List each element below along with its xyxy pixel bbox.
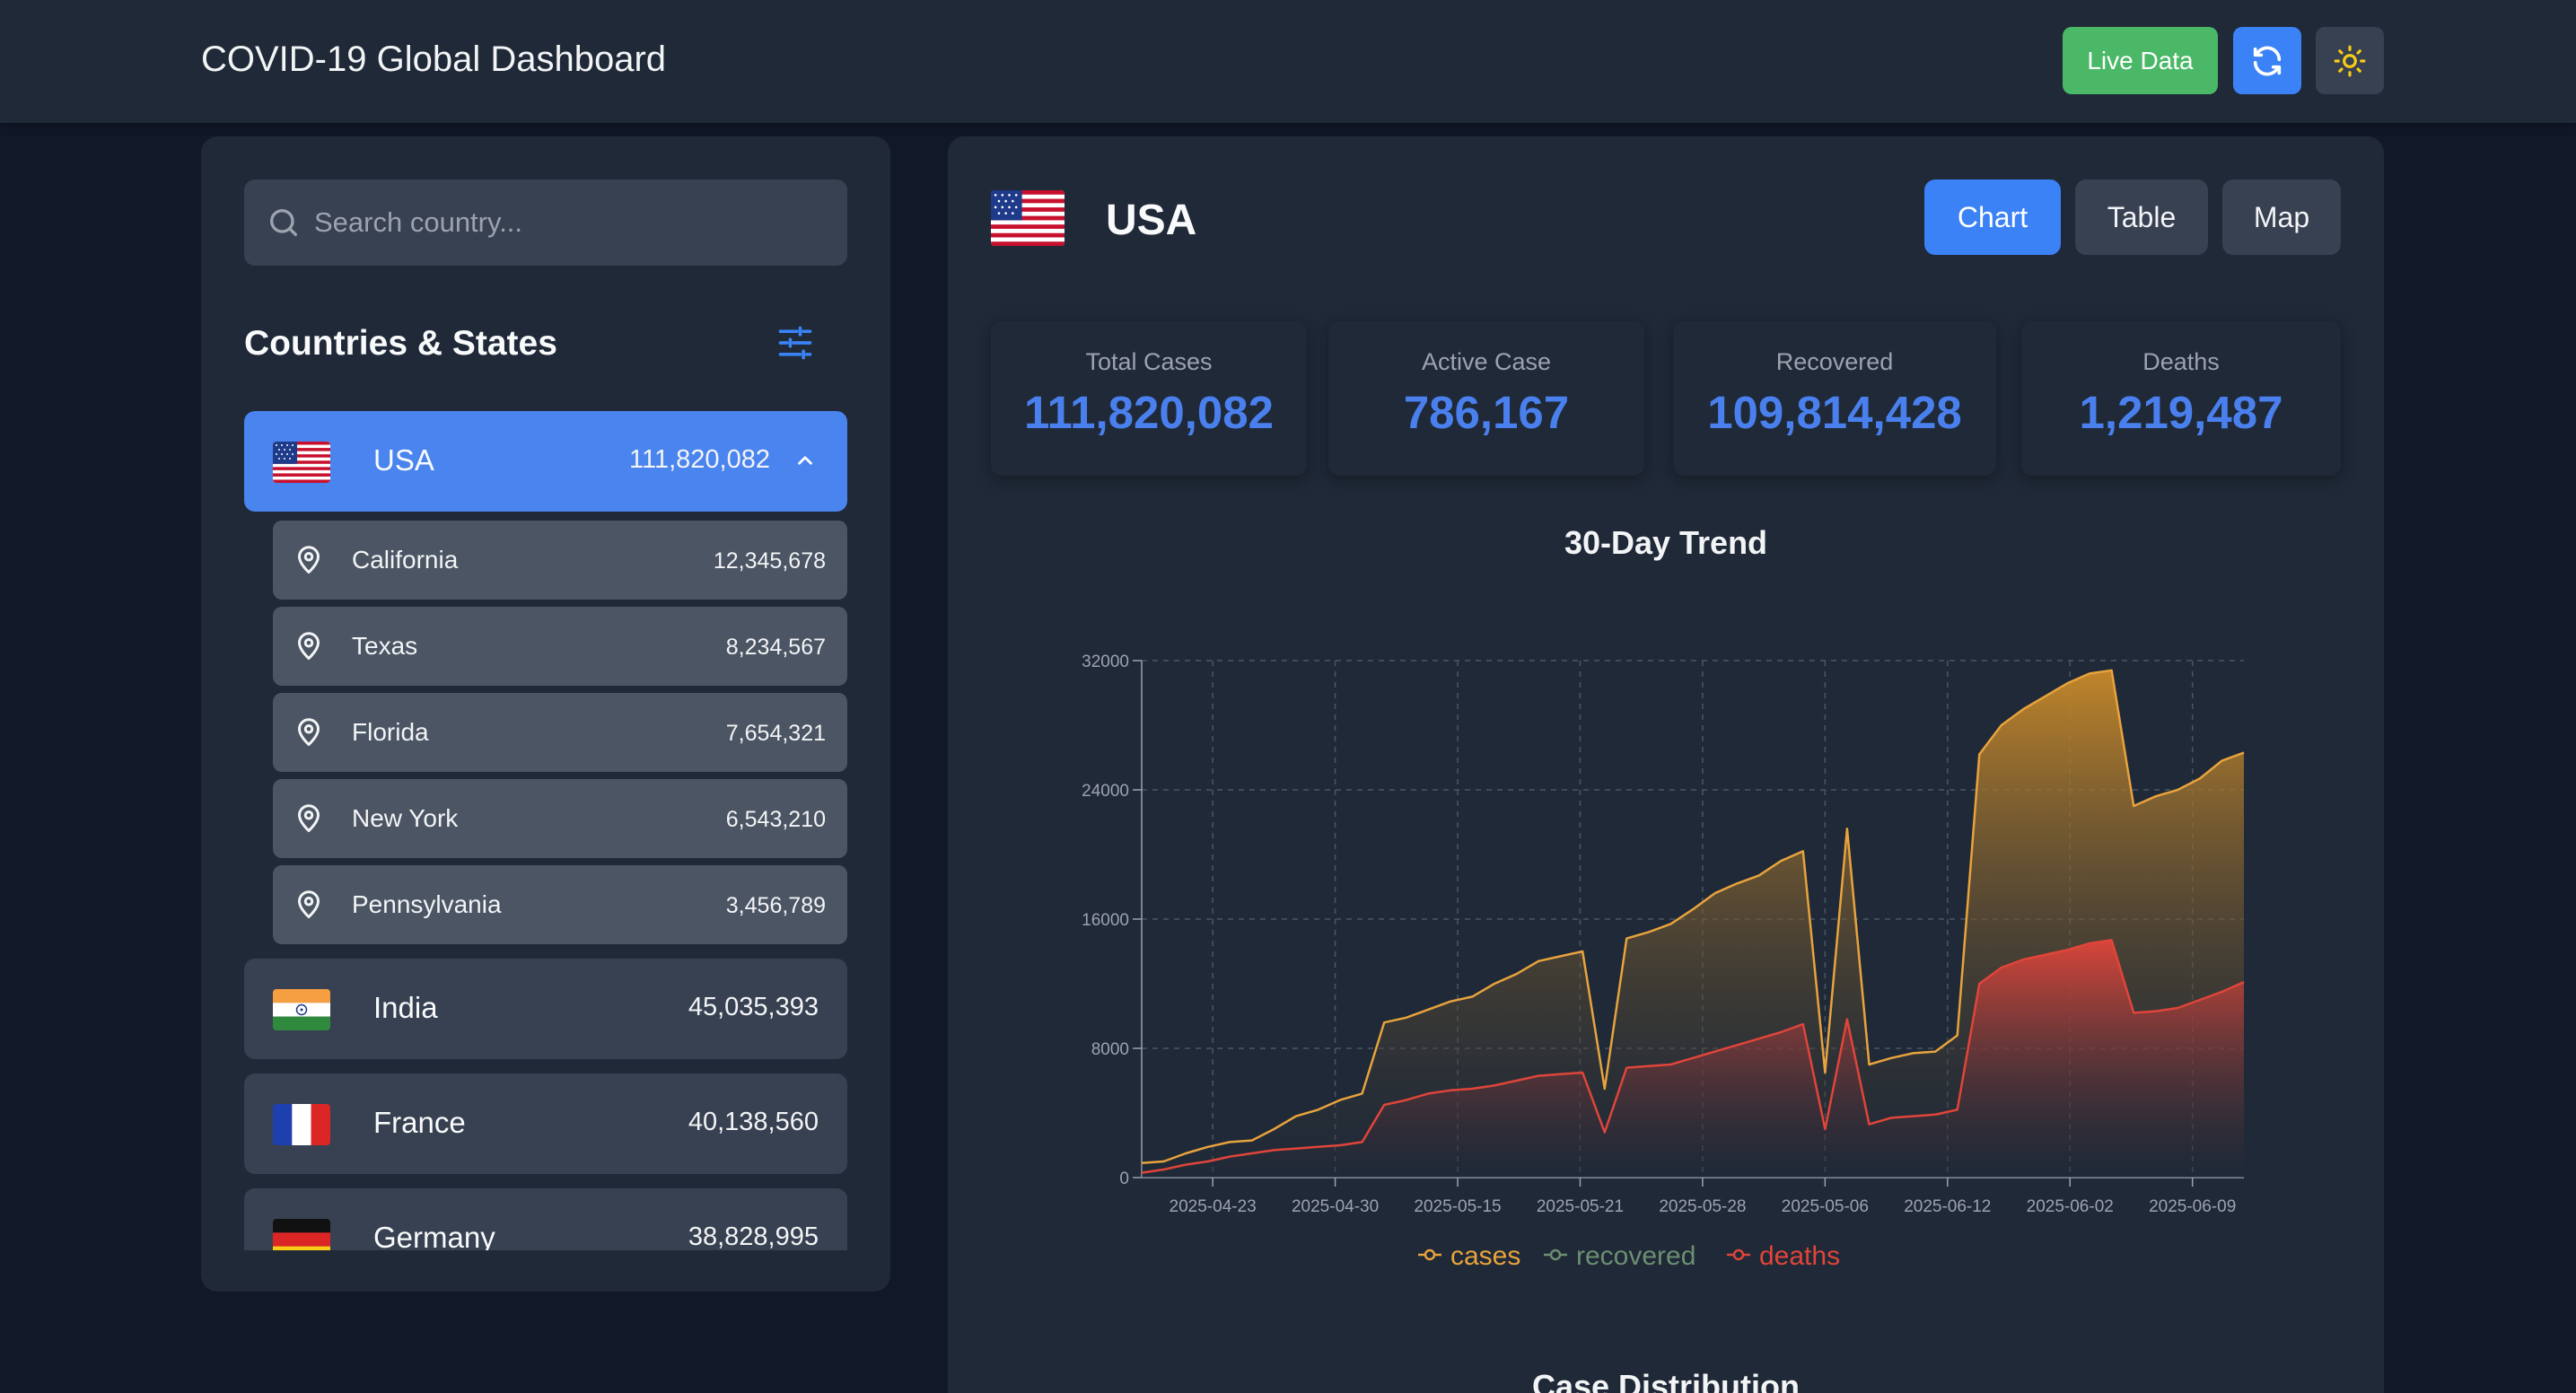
map-pin-icon — [298, 546, 320, 574]
legend-marker-dot — [1549, 1248, 1562, 1261]
chevron-up-icon[interactable] — [793, 449, 817, 472]
map-pin-icon — [298, 804, 320, 832]
country-detail-panel: USA Chart Table Map Total Cases 111,820,… — [948, 136, 2384, 1393]
theme-toggle-button[interactable] — [2316, 27, 2384, 94]
country-case-count: 40,138,560 — [688, 1108, 819, 1136]
us-flag-icon — [273, 442, 330, 483]
search-input[interactable] — [314, 206, 847, 239]
case-distribution-title: Case Distribution — [1531, 1368, 1801, 1393]
state-case-count: 6,543,210 — [725, 807, 826, 832]
state-name: New York — [352, 804, 459, 832]
country-name: India — [373, 991, 438, 1024]
state-case-count: 3,456,789 — [725, 893, 826, 918]
country-item-usa[interactable]: USA 111,820,082 — [244, 411, 847, 512]
map-pin-icon — [298, 718, 320, 746]
refresh-icon — [2253, 46, 2282, 75]
state-case-count: 12,345,678 — [713, 548, 826, 574]
country-item-france[interactable]: France 40,138,560 — [244, 1073, 847, 1174]
state-item-new-york[interactable]: New York 6,543,210 — [273, 779, 847, 858]
country-name: USA — [373, 443, 434, 477]
country-sidebar: Countries & States USA 111, — [201, 136, 890, 1292]
x-tick-label: 2025-05-28 — [1659, 1197, 1746, 1216]
x-tick-label: 2025-05-06 — [1782, 1197, 1869, 1216]
legend-label: cases — [1450, 1241, 1520, 1271]
x-tick-label: 2025-06-12 — [1904, 1197, 1991, 1216]
app-title: COVID-19 Global Dashboard — [201, 39, 667, 79]
y-tick-label: 32000 — [1082, 653, 1129, 671]
state-item-california[interactable]: California 12,345,678 — [273, 521, 847, 600]
filter-sliders-icon[interactable] — [775, 323, 815, 363]
germany-flag-icon — [273, 1219, 330, 1250]
x-tick-label: 2025-06-09 — [2149, 1197, 2236, 1216]
france-flag-icon — [273, 1104, 330, 1145]
state-item-pennsylvania[interactable]: Pennsylvania 3,456,789 — [273, 865, 847, 944]
search-box[interactable] — [244, 180, 847, 266]
y-tick-label: 24000 — [1082, 782, 1129, 801]
legend-label: deaths — [1759, 1241, 1840, 1271]
x-tick-label: 2025-05-21 — [1537, 1197, 1624, 1216]
y-tick-label: 0 — [1119, 1170, 1129, 1188]
search-icon — [270, 209, 297, 236]
y-tick-label: 16000 — [1082, 911, 1129, 930]
x-tick-label: 2025-04-30 — [1292, 1197, 1379, 1216]
india-flag-icon — [273, 989, 330, 1030]
top-header: COVID-19 Global Dashboard Live Data — [0, 0, 2576, 123]
state-item-florida[interactable]: Florida 7,654,321 — [273, 693, 847, 772]
country-name: Germany — [373, 1221, 495, 1250]
x-tick-label: 2025-04-23 — [1170, 1197, 1257, 1216]
country-name: France — [373, 1106, 466, 1139]
map-pin-icon — [298, 632, 320, 660]
x-tick-label: 2025-05-15 — [1414, 1197, 1501, 1216]
trend-chart: 0 8000 16000 24000 32000 2025-04-23 2025-04-30… — [1082, 653, 2245, 1271]
country-case-count: 38,828,995 — [688, 1222, 819, 1250]
refresh-button[interactable] — [2233, 27, 2301, 94]
legend-marker-dot — [1732, 1248, 1745, 1261]
country-list: USA 111,820,082 California 12,345,678 Te… — [244, 411, 847, 1250]
y-tick-label: 8000 — [1091, 1040, 1129, 1059]
state-case-count: 7,654,321 — [725, 721, 826, 746]
country-case-count: 111,820,082 — [629, 445, 770, 474]
state-name: Texas — [352, 632, 418, 660]
country-item-germany[interactable]: Germany 38,828,995 — [244, 1188, 847, 1250]
sun-icon — [2334, 45, 2366, 76]
state-name: Pennsylvania — [352, 890, 502, 918]
country-item-india[interactable]: India 45,035,393 — [244, 959, 847, 1059]
state-name: California — [352, 546, 459, 574]
state-name: Florida — [352, 718, 429, 746]
legend-label: recovered — [1576, 1241, 1695, 1271]
country-case-count: 45,035,393 — [688, 993, 819, 1021]
x-tick-label: 2025-06-02 — [2027, 1197, 2114, 1216]
map-pin-icon — [298, 890, 320, 918]
sidebar-heading: Countries & States — [244, 324, 557, 363]
live-data-button[interactable]: Live Data — [2063, 27, 2218, 94]
state-item-texas[interactable]: Texas 8,234,567 — [273, 607, 847, 686]
legend-marker-dot — [1424, 1248, 1436, 1261]
state-case-count: 8,234,567 — [725, 635, 826, 660]
